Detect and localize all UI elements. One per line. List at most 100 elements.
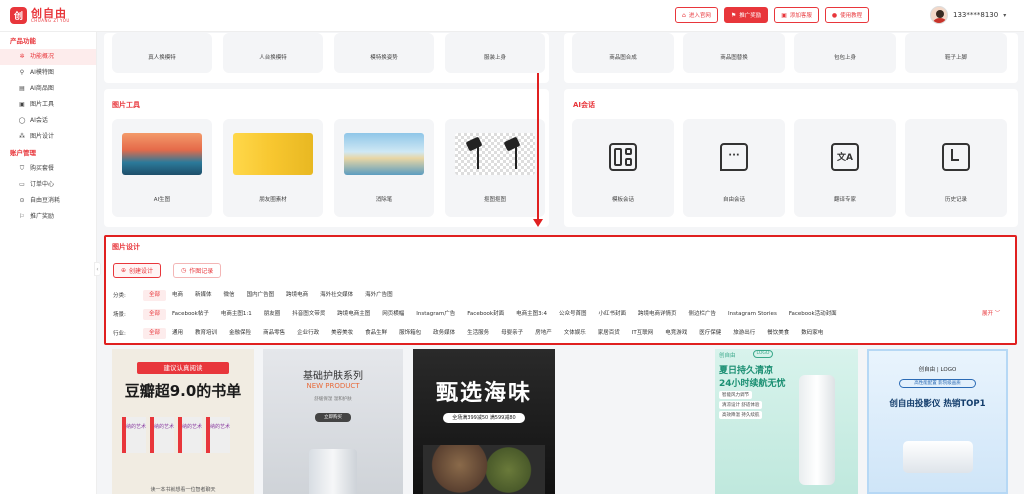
sidebar-item-image-tools[interactable]: ▣ 图片工具 (0, 97, 96, 113)
filter-chip[interactable]: 金融保险 (223, 328, 257, 339)
sidebar-collapse-button[interactable]: ‹ (94, 262, 101, 276)
filter-chip[interactable]: 小红书封面 (592, 309, 632, 320)
filter-chip[interactable]: 旅游出行 (727, 328, 761, 339)
tool-tile[interactable]: 人台换模特 (223, 33, 323, 73)
chat-tile-history[interactable]: 历史记录 (905, 119, 1007, 217)
filter-chip[interactable]: 美容美妆 (325, 328, 359, 339)
filter-chip[interactable]: 朋友圈 (258, 309, 287, 320)
user-menu[interactable]: 133****8130 ▾ (930, 6, 1006, 24)
filter-chip[interactable]: 微信 (218, 290, 241, 301)
template-card-skincare[interactable]: 基础护肤系列 NEW PRODUCT 舒缓保湿 温和护肤 立即购买 (263, 349, 403, 494)
avatar[interactable] (930, 6, 948, 24)
sidebar-item-promotion[interactable]: ⚐ 推广奖励 (0, 209, 96, 225)
filter-chip[interactable]: 文体娱乐 (558, 328, 592, 339)
button-label: 添加客服 (789, 13, 812, 19)
chevron-down-icon[interactable]: ▾ (1003, 12, 1006, 19)
filter-chip[interactable]: 全部 (143, 308, 167, 320)
filter-chip[interactable]: 全部 (143, 327, 167, 339)
seafood-image (423, 445, 545, 494)
tool-tile[interactable]: 服装上身 (445, 33, 545, 73)
filter-chip[interactable]: 全部 (143, 289, 167, 301)
filter-chip[interactable]: Facebook活动封面 (783, 309, 843, 320)
filter-chip[interactable]: 通用 (166, 328, 189, 339)
sidebar: 产品功能 ✲ 功能概况 ⚲ AI模特图 ▤ AI商品图 ▣ 图片工具 ◯ AI会话 ⁂ 图片… (0, 32, 97, 494)
filter-chip[interactable]: 公众号首图 (553, 309, 593, 320)
tool-tile-eraser[interactable]: 消除笔 (334, 119, 434, 217)
filter-chip[interactable]: 企业行政 (291, 328, 325, 339)
filter-chip[interactable]: 房地产 (529, 328, 558, 339)
sidebar-item-ai-model[interactable]: ⚲ AI模特图 (0, 65, 96, 81)
filter-chip[interactable]: 跨境电商 (280, 290, 314, 301)
filter-chip[interactable]: 国内广告图 (241, 290, 281, 301)
scene-filter-row: 场景: 全部 Facebook帖子 电商主图1:1 朋友圈 抖音图文带货 跨境电商主图 网页横… (113, 308, 843, 320)
chat-tile-template[interactable]: 模板会话 (572, 119, 674, 217)
filter-chip[interactable]: 抖音图文带货 (286, 309, 331, 320)
tool-tile-cutout[interactable]: 抠图抠图 (445, 119, 545, 217)
template-promo: 全场满399减50 满599减80 (443, 413, 525, 423)
tool-tile[interactable]: 鞋子上脚 (905, 33, 1007, 73)
chat-tile-free[interactable]: ··· 自由会话 (683, 119, 785, 217)
template-card-seafood[interactable]: 甄选海味 全场满399减50 满599减80 (413, 349, 555, 494)
filter-chip[interactable]: Facebook封面 (461, 309, 510, 320)
filter-chip[interactable]: Instagram Stories (722, 309, 783, 320)
filter-chip[interactable]: 生活服务 (461, 328, 495, 339)
tile-label: 包包上身 (833, 55, 856, 61)
filter-chip[interactable]: 电商 (166, 290, 189, 301)
tool-tile[interactable]: 商品图合成 (572, 33, 674, 73)
promotion-reward-button[interactable]: ⚑ 推广奖励 (723, 7, 769, 23)
sidebar-item-orders[interactable]: ▭ 订单中心 (0, 177, 96, 193)
tool-tile[interactable]: 真人换模特 (112, 33, 212, 73)
create-design-button[interactable]: ⊕ 创建设计 (113, 263, 162, 278)
filter-label: 场景: (113, 312, 126, 318)
filter-chip[interactable]: 商品零售 (257, 328, 291, 339)
add-service-button[interactable]: ▣ 添加客服 (774, 7, 819, 23)
filter-chip[interactable]: 新媒体 (189, 290, 218, 301)
filter-chip[interactable]: 医疗保健 (693, 328, 727, 339)
book-cover: 纳的艺术 (150, 417, 174, 453)
section-title: 图片工具 (112, 101, 140, 109)
tool-tile-ai-gen[interactable]: AI生图 (112, 119, 212, 217)
chat-tile-translate[interactable]: 文A 翻译专家 (794, 119, 896, 217)
filter-chip[interactable]: 电商主图1:1 (215, 309, 258, 320)
filter-chip[interactable]: 母婴亲子 (495, 328, 529, 339)
filter-chip[interactable]: 网页横幅 (376, 309, 410, 320)
sidebar-item-bean-usage[interactable]: ⊙ 自由豆消耗 (0, 193, 96, 209)
design-record-button[interactable]: ◷ 作图记录 (173, 263, 222, 278)
filter-chip[interactable]: 跨境电商详情页 (632, 309, 683, 320)
logo[interactable]: 创 创自由 CHUANG ZI YOU (10, 7, 100, 24)
filter-chip[interactable]: 海外广告图 (359, 290, 399, 301)
tool-tile[interactable]: 包包上身 (794, 33, 896, 73)
template-card-projector[interactable]: 创自由 | LOGO 高性能配置 影院级画质 创自由投影仪 热销TOP1 (867, 349, 1008, 494)
filter-chip[interactable]: 海外社交媒体 (314, 290, 359, 301)
tool-tile-moments[interactable]: 朋友圈素材 (223, 119, 323, 217)
tutorial-button[interactable]: ● 使用教程 (824, 7, 870, 23)
filter-chip[interactable]: 数码家电 (795, 328, 829, 339)
filter-chip[interactable]: Facebook帖子 (166, 309, 215, 320)
filter-chip[interactable]: 侧边栏广告 (683, 309, 723, 320)
filter-chip[interactable]: 政务媒体 (427, 328, 461, 339)
expand-toggle[interactable]: 展开 ﹀ (982, 309, 1000, 317)
sidebar-item-purchase[interactable]: ⛉ 购买套餐 (0, 161, 96, 177)
filter-chip[interactable]: Instagram广告 (410, 309, 461, 320)
filter-chip[interactable]: 家居百货 (592, 328, 626, 339)
filter-chip[interactable]: 服饰箱包 (393, 328, 427, 339)
filter-chip[interactable]: 跨境电商主图 (331, 309, 376, 320)
tool-tile[interactable]: 商品图替换 (683, 33, 785, 73)
filter-chip[interactable]: 电竞游戏 (659, 328, 693, 339)
official-site-button[interactable]: ⌂ 进入官网 (675, 7, 718, 23)
sidebar-item-ai-product[interactable]: ▤ AI商品图 (0, 81, 96, 97)
tool-tile[interactable]: 模特换姿势 (334, 33, 434, 73)
template-card-booklist[interactable]: 建议认真阅读 豆瓣超9.0的书单 纳的艺术 纳的艺术 纳的艺术 纳的艺术 读一本… (112, 349, 254, 494)
sidebar-item-overview[interactable]: ✲ 功能概况 (0, 49, 96, 65)
template-card-fan[interactable]: 创自由 LOGO 夏日持久清凉 24小时续航无忧 智能风力调节 清凉设计 舒适体… (715, 349, 858, 494)
filter-chip[interactable]: 教育培训 (189, 328, 223, 339)
history-icon (942, 143, 970, 171)
sidebar-item-ai-chat[interactable]: ◯ AI会话 (0, 113, 96, 129)
filter-chip[interactable]: 食品生鲜 (359, 328, 393, 339)
filter-chip[interactable]: 电商主图3:4 (510, 309, 553, 320)
filter-chip[interactable]: IT互联网 (626, 328, 659, 339)
template-brand: 创自由 (719, 353, 736, 359)
free-chat-icon: ··· (720, 143, 748, 171)
sidebar-item-image-design[interactable]: ⁂ 图片设计 (0, 129, 96, 145)
filter-chip[interactable]: 餐饮美食 (761, 328, 795, 339)
